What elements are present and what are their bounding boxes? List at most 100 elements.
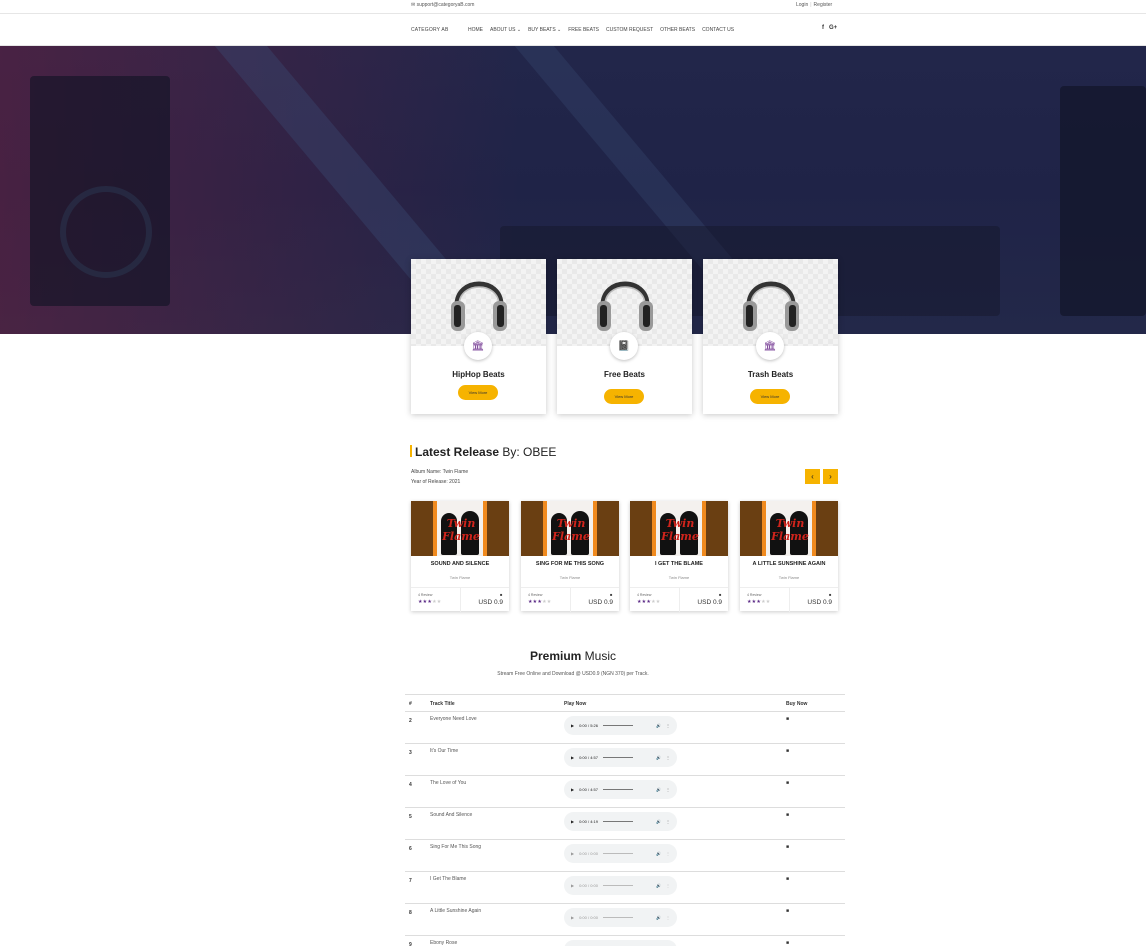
table-header: # Track Title Play Now Buy Now: [405, 694, 845, 712]
volume-icon[interactable]: 🔊: [656, 883, 661, 888]
cart-icon[interactable]: ■: [786, 844, 789, 850]
cart-icon[interactable]: ■: [786, 908, 789, 914]
nav-item-contact-us[interactable]: CONTACT US: [702, 27, 734, 33]
table-row: 5 Sound And Silence ▶ 0:00 / 4:19 🔊 ⋮ ■: [405, 808, 845, 840]
song-card[interactable]: Twin Flame SOUND AND SILENCE Twin Flame …: [411, 501, 509, 612]
volume-icon[interactable]: 🔊: [656, 723, 661, 728]
song-card[interactable]: Twin Flame SING FOR ME THIS SONG Twin Fl…: [521, 501, 619, 612]
song-card[interactable]: Twin Flame I GET THE BLAME Twin Flame 4 …: [630, 501, 728, 612]
audio-player[interactable]: ▶ 0:00 / 4:57 🔊 ⋮: [564, 780, 677, 799]
more-options-icon[interactable]: ⋮: [666, 883, 670, 888]
support-email[interactable]: ✉ support@categoryaB.com: [411, 2, 474, 8]
nav-item-about-us[interactable]: ABOUT US ⌄: [490, 27, 521, 33]
more-options-icon[interactable]: ⋮: [666, 723, 670, 728]
more-options-icon[interactable]: ⋮: [666, 851, 670, 856]
brand-logo[interactable]: CATEGORY AB: [411, 27, 449, 33]
audio-player[interactable]: ▶ 0:00 / 4:57 🔊 ⋮: [564, 748, 677, 767]
nav-item-free-beats[interactable]: FREE BEATS: [568, 27, 599, 33]
play-icon[interactable]: ▶: [571, 915, 574, 920]
table-row: 7 I Get The Blame ▶ 0:00 / 0:00 🔊 ⋮ ■: [405, 872, 845, 904]
track-title: The Love of You: [430, 780, 467, 786]
play-icon[interactable]: ▶: [571, 883, 574, 888]
audio-player[interactable]: ▶ 0:00 / 4:19 🔊 ⋮: [564, 812, 677, 831]
auth-links: Login | Register: [796, 2, 832, 8]
premium-subtitle: Stream Free Online and Download @ USD0.9…: [497, 671, 649, 677]
volume-icon[interactable]: 🔊: [656, 819, 661, 824]
audio-progress-bar[interactable]: [602, 885, 633, 886]
register-link[interactable]: Register: [814, 2, 833, 8]
audio-progress-bar[interactable]: [602, 789, 633, 790]
cart-icon[interactable]: ■: [786, 748, 789, 754]
cover-art-text: Twin Flame: [771, 517, 809, 543]
more-options-icon[interactable]: ⋮: [666, 819, 670, 824]
audio-player[interactable]: ▶0:00 / 0:00🔊⋮: [564, 844, 677, 863]
audio-time: 0:00 / 0:00: [579, 883, 598, 888]
view-more-button[interactable]: View More: [750, 389, 790, 404]
nav-item-other-beats[interactable]: OTHER BEATS: [660, 27, 695, 33]
track-number: 3: [409, 750, 412, 756]
category-card-hiphop[interactable]: 🏛 HipHop Beats View More: [411, 259, 546, 414]
category-title: Free Beats: [604, 370, 645, 379]
play-icon[interactable]: ▶: [571, 851, 574, 856]
nav-item-custom-request[interactable]: CUSTOM REQUEST: [606, 27, 653, 33]
volume-icon[interactable]: 🔊: [656, 915, 661, 920]
cart-icon[interactable]: ■: [786, 876, 789, 882]
category-title: HipHop Beats: [452, 370, 505, 379]
play-icon[interactable]: ▶: [571, 819, 574, 824]
cart-icon[interactable]: ■: [786, 716, 789, 722]
song-name: SOUND AND SILENCE: [430, 561, 490, 567]
audio-progress-bar[interactable]: [602, 821, 633, 822]
play-icon[interactable]: ▶: [571, 723, 574, 728]
nav-item-home[interactable]: HOME: [468, 27, 483, 33]
audio-player[interactable]: ▶ 0:00 / 5:26 🔊 ⋮: [564, 716, 677, 735]
support-email-text: support@categoryaB.com: [416, 2, 475, 8]
section-accent-bar: [410, 445, 412, 457]
category-card-trash[interactable]: 🏛 Trash Beats View More: [703, 259, 838, 414]
track-title: A Little Sunshine Again: [430, 908, 482, 914]
album-name: Album Name: Twin Flame: [411, 469, 469, 475]
more-options-icon[interactable]: ⋮: [666, 915, 670, 920]
cart-icon[interactable]: ■: [500, 592, 502, 597]
facebook-icon[interactable]: f: [822, 25, 824, 31]
audio-progress-bar[interactable]: [602, 725, 633, 726]
more-options-icon[interactable]: ⋮: [666, 755, 670, 760]
category-card-free[interactable]: 📓 Free Beats View More: [557, 259, 692, 414]
song-card[interactable]: Twin Flame A LITTLE SUNSHINE AGAIN Twin …: [740, 501, 838, 612]
cart-icon[interactable]: ■: [786, 940, 789, 946]
review-count: 4 Review: [637, 593, 652, 597]
volume-icon[interactable]: 🔊: [656, 851, 661, 856]
latest-release-title-bold: Latest Release: [415, 445, 500, 459]
cart-icon[interactable]: ■: [829, 592, 831, 597]
star-rating: ★★★★★: [637, 599, 661, 605]
cart-icon[interactable]: ■: [610, 592, 612, 597]
play-icon[interactable]: ▶: [571, 787, 574, 792]
track-title: Ebony Rose: [430, 940, 458, 946]
audio-player[interactable]: ▶0:00 / 0:00🔊⋮: [564, 940, 677, 946]
cart-icon[interactable]: ■: [786, 780, 789, 786]
audio-progress-bar[interactable]: [602, 917, 633, 918]
headphones-icon: [597, 281, 653, 331]
google-plus-icon[interactable]: G+: [829, 25, 837, 31]
cart-icon[interactable]: ■: [786, 812, 789, 818]
cart-icon[interactable]: ■: [719, 592, 721, 597]
audio-progress-bar[interactable]: [602, 757, 633, 758]
volume-icon[interactable]: 🔊: [656, 787, 661, 792]
track-number: 9: [409, 942, 412, 946]
nav-item-buy-beats[interactable]: BUY BEATS ⌄: [528, 27, 561, 33]
top-bar: ✉ support@categoryaB.com Login | Register: [0, 0, 1146, 14]
col-play-now: Play Now: [564, 701, 587, 707]
carousel-next-button[interactable]: ›: [823, 469, 838, 484]
carousel-prev-button[interactable]: ‹: [805, 469, 820, 484]
track-title: Everyone Need Love: [430, 716, 477, 722]
view-more-button[interactable]: View More: [604, 389, 644, 404]
audio-progress-bar[interactable]: [602, 853, 633, 854]
volume-icon[interactable]: 🔊: [656, 755, 661, 760]
audio-player[interactable]: ▶ 0:00 / 0:00 🔊 ⋮: [564, 876, 677, 895]
song-price: USD 0.9: [588, 599, 613, 606]
play-icon[interactable]: ▶: [571, 755, 574, 760]
view-more-button[interactable]: View More: [458, 385, 498, 400]
login-link[interactable]: Login: [796, 2, 808, 8]
more-options-icon[interactable]: ⋮: [666, 787, 670, 792]
audio-player[interactable]: ▶0:00 / 0:00🔊⋮: [564, 908, 677, 927]
premium-title-bold: Premium: [529, 649, 582, 663]
